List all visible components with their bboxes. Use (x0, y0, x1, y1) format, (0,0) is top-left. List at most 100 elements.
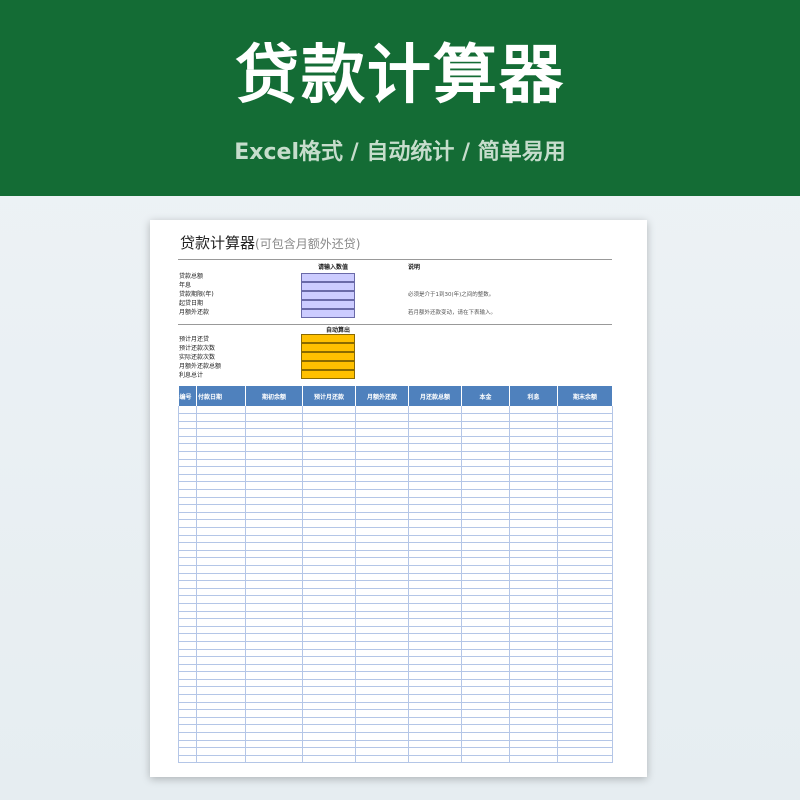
table-cell[interactable] (196, 428, 246, 437)
table-cell[interactable] (355, 633, 409, 642)
table-cell[interactable] (557, 702, 613, 711)
table-cell[interactable] (178, 443, 197, 453)
table-cell[interactable] (245, 421, 303, 430)
table-cell[interactable] (196, 542, 246, 551)
table-cell[interactable] (557, 481, 613, 491)
table-cell[interactable] (408, 694, 462, 703)
table-cell[interactable] (245, 459, 303, 468)
table-cell[interactable] (302, 641, 356, 650)
table-cell[interactable] (557, 573, 613, 582)
table-cell[interactable] (355, 535, 409, 544)
table-cell[interactable] (408, 686, 462, 696)
table-cell[interactable] (178, 580, 197, 589)
table-cell[interactable] (196, 694, 246, 703)
table-cell[interactable] (178, 512, 197, 521)
table-cell[interactable] (302, 466, 356, 475)
table-cell[interactable] (196, 406, 246, 415)
table-cell[interactable] (178, 519, 197, 528)
table-cell[interactable] (178, 542, 197, 551)
table-cell[interactable] (355, 747, 409, 756)
table-cell[interactable] (509, 618, 558, 627)
table-cell[interactable] (509, 466, 558, 475)
table-cell[interactable] (302, 504, 356, 513)
table-cell[interactable] (461, 413, 510, 422)
table-cell[interactable] (245, 436, 303, 445)
table-cell[interactable] (461, 717, 510, 726)
table-cell[interactable] (461, 603, 510, 612)
table-cell[interactable] (509, 565, 558, 574)
table-cell[interactable] (509, 702, 558, 711)
table-cell[interactable] (245, 535, 303, 544)
table-cell[interactable] (245, 626, 303, 635)
table-cell[interactable] (461, 481, 510, 491)
table-cell[interactable] (245, 497, 303, 506)
table-cell[interactable] (408, 413, 462, 422)
table-cell[interactable] (461, 489, 510, 498)
table-cell[interactable] (461, 573, 510, 582)
table-cell[interactable] (302, 535, 356, 544)
table-cell[interactable] (245, 550, 303, 559)
table-cell[interactable] (245, 527, 303, 536)
table-cell[interactable] (509, 755, 558, 764)
table-cell[interactable] (557, 588, 613, 597)
table-cell[interactable] (509, 664, 558, 673)
table-cell[interactable] (408, 679, 462, 688)
table-cell[interactable] (196, 519, 246, 528)
table-cell[interactable] (461, 451, 510, 460)
table-cell[interactable] (557, 421, 613, 430)
table-cell[interactable] (302, 474, 356, 483)
table-cell[interactable] (196, 649, 246, 658)
table-cell[interactable] (509, 656, 558, 665)
table-cell[interactable] (355, 466, 409, 475)
table-cell[interactable] (355, 421, 409, 430)
table-cell[interactable] (196, 641, 246, 650)
table-cell[interactable] (461, 641, 510, 650)
table-cell[interactable] (461, 732, 510, 741)
table-cell[interactable] (196, 732, 246, 741)
table-cell[interactable] (302, 428, 356, 437)
table-cell[interactable] (509, 717, 558, 726)
table-cell[interactable] (245, 649, 303, 658)
table-cell[interactable] (178, 664, 197, 673)
table-cell[interactable] (461, 626, 510, 635)
table-cell[interactable] (245, 664, 303, 673)
table-cell[interactable] (509, 527, 558, 536)
table-cell[interactable] (408, 709, 462, 718)
table-cell[interactable] (408, 436, 462, 445)
table-cell[interactable] (196, 611, 246, 620)
table-cell[interactable] (302, 611, 356, 620)
table-cell[interactable] (196, 595, 246, 604)
table-cell[interactable] (355, 664, 409, 673)
table-cell[interactable] (408, 443, 462, 453)
table-cell[interactable] (178, 406, 197, 415)
table-cell[interactable] (461, 512, 510, 521)
table-cell[interactable] (302, 550, 356, 559)
table-cell[interactable] (355, 717, 409, 726)
table-cell[interactable] (408, 474, 462, 483)
table-cell[interactable] (509, 443, 558, 453)
table-cell[interactable] (178, 626, 197, 635)
table-cell[interactable] (355, 611, 409, 620)
table-cell[interactable] (196, 603, 246, 612)
table-cell[interactable] (557, 611, 613, 620)
table-cell[interactable] (355, 656, 409, 665)
table-cell[interactable] (245, 679, 303, 688)
table-cell[interactable] (245, 451, 303, 460)
table-cell[interactable] (355, 474, 409, 483)
table-cell[interactable] (461, 580, 510, 589)
table-cell[interactable] (461, 747, 510, 756)
table-cell[interactable] (196, 557, 246, 566)
table-cell[interactable] (196, 459, 246, 468)
table-cell[interactable] (302, 679, 356, 688)
table-cell[interactable] (355, 436, 409, 445)
table-cell[interactable] (245, 413, 303, 422)
table-cell[interactable] (302, 603, 356, 612)
table-cell[interactable] (302, 512, 356, 521)
table-cell[interactable] (302, 443, 356, 453)
table-cell[interactable] (355, 459, 409, 468)
table-cell[interactable] (178, 451, 197, 460)
table-cell[interactable] (408, 466, 462, 475)
table-cell[interactable] (509, 732, 558, 741)
table-cell[interactable] (408, 542, 462, 551)
table-cell[interactable] (178, 702, 197, 711)
